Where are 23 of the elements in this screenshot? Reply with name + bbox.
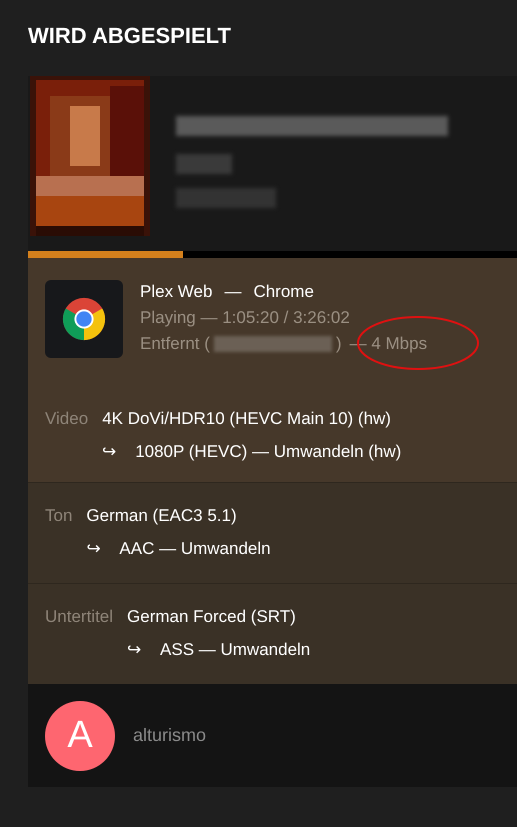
stream-label: Untertitel [45,606,114,628]
stream-source: German Forced (SRT) [127,606,297,628]
stream-target: 1080P (HEVC) — Umwandeln (hw) [135,441,402,463]
stream-label: Video [45,408,88,430]
stream-source: German (EAC3 5.1) [86,505,238,527]
browser-name: Chrome [253,281,314,303]
chrome-icon [45,280,123,358]
location-label: ) [336,333,342,355]
section-title: WIRD ABGESPIELT [28,22,232,50]
playback-status: Playing — 1:05:20 / 3:26:02 [140,307,351,329]
location-label: Entfernt ( [140,333,210,355]
stream-source: 4K DoVi/HDR10 (HEVC Main 10) (hw) [102,408,392,430]
separator: — [224,281,242,303]
stream-target: AAC — Umwandeln [119,538,271,560]
arrow-symbol: ↪ [127,639,142,661]
stream-target: ASS — Umwandeln [160,639,310,661]
arrow-symbol: ↪ [86,538,102,560]
arrow-symbol: ↪ [102,441,118,463]
user-name: alturismo [133,725,206,746]
stream-label: Ton [45,505,72,527]
blurred-text [176,154,232,174]
player-name: Plex Web [140,281,212,303]
user-avatar: A [45,700,115,770]
